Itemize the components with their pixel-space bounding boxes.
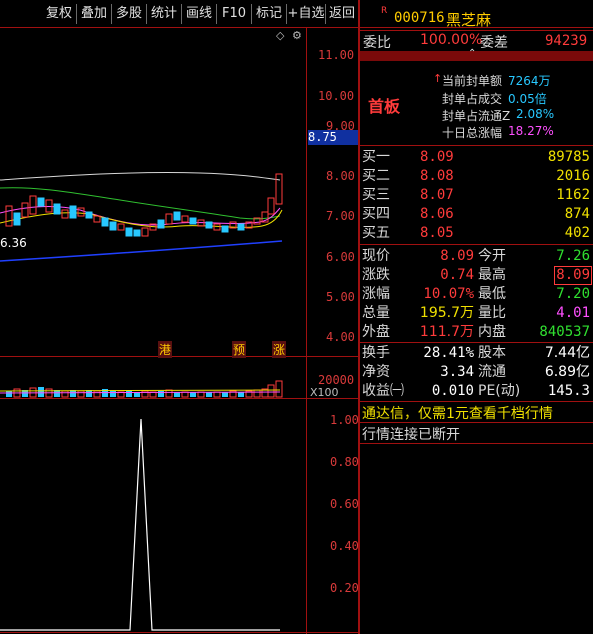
seal-amount: 7264万 (508, 74, 551, 88)
indicator-tick: 0.80 (330, 455, 359, 469)
price-tick: 10.00 (318, 89, 355, 103)
ad-top-line (360, 401, 593, 402)
fund-top-line (360, 342, 593, 343)
board-tag: 首板 (368, 97, 401, 116)
limit-up-marker[interactable]: 涨 (272, 341, 287, 358)
weicha-label: 委差 (480, 35, 508, 51)
seal-amount-label: 当前封单额 (442, 74, 503, 88)
indicator-tick: 0.60 (330, 497, 359, 511)
add-watchlist-button[interactable]: +自选 (287, 4, 326, 24)
arrow-up-icon: ↑ (433, 72, 443, 85)
collapse-bar[interactable]: ⌃ (360, 48, 593, 61)
current-price-marker: 8.75 (308, 130, 358, 145)
draw-line-button[interactable]: 画线 (182, 4, 217, 24)
forecast-marker[interactable]: 预 (232, 341, 247, 358)
volume-unit: X100 (310, 386, 339, 399)
price-tick: 4.00 (326, 330, 355, 344)
stock-name[interactable]: 黑芝麻 (446, 9, 491, 30)
weibi-label: 委比 (363, 35, 391, 51)
hk-marker[interactable]: 港 (158, 341, 173, 358)
bids-top-line (360, 145, 593, 146)
statistics-button[interactable]: 统计 (147, 4, 182, 24)
weicha-value: 94239 (545, 33, 588, 49)
quote-row-turnover: 换手 28.41% 股本 7.44亿 (362, 345, 590, 361)
candlestick-chart[interactable] (0, 28, 306, 356)
bid-row[interactable]: 买二 8.08 2016 (362, 167, 592, 186)
stock-code[interactable]: 000716 (394, 10, 445, 26)
ten-day-label: 十日总涨幅 (442, 126, 503, 140)
bid-row[interactable]: 买五 8.05 402 (362, 224, 592, 243)
f10-button[interactable]: F10 (217, 4, 252, 24)
price-tick: 7.00 (326, 209, 355, 223)
status-top-line (360, 422, 593, 423)
fuquan-button[interactable]: 复权 (42, 4, 77, 24)
indicator-tick: 0.40 (330, 539, 359, 553)
quote-row-nav: 净资 3.34 流通 6.89亿 (362, 364, 590, 380)
seal-volume: 0.05倍 (508, 92, 547, 106)
price-tick: 8.00 (326, 169, 355, 183)
indicator-tick: 0.20 (330, 581, 359, 595)
upgrade-ad-link[interactable]: 通达信，仅需1元查看千档行情 (362, 403, 553, 423)
price-tick: 6.00 (326, 250, 355, 264)
volume-tick: 20000 (318, 373, 355, 387)
seal-float: 2.08% (516, 107, 555, 121)
bid-row[interactable]: 买一 8.09 89785 (362, 148, 592, 167)
price-tick: 5.00 (326, 290, 355, 304)
rights-badge: R (381, 6, 388, 16)
overlay-button[interactable]: 叠加 (77, 4, 112, 24)
connection-status: 行情连接已断开 (362, 427, 460, 443)
seal-volume-label: 封单占成交 (442, 92, 503, 106)
back-button[interactable]: 返回 (326, 4, 358, 24)
ten-day-value: 18.27% (508, 124, 554, 138)
quote-row-pct: 涨幅 10.07% 最低 7.20 (362, 286, 590, 302)
bid-row[interactable]: 买四 8.06 874 (362, 205, 592, 224)
quote-row-eps: 收益㈠ 0.010 PE(动) 145.3 (362, 383, 590, 399)
collapse-icon[interactable]: ⌃ (468, 48, 476, 59)
multi-stock-button[interactable]: 多股 (112, 4, 147, 24)
weibi-value: 100.00% (420, 32, 483, 48)
low-price-label: 6.36 (0, 236, 27, 250)
volume-chart[interactable] (0, 357, 306, 398)
quote-top-line (360, 244, 593, 245)
quote-row-volume: 总量 195.7万 量比 4.01 (362, 305, 590, 321)
quote-row-outer: 外盘 111.7万 内盘 840537 (362, 324, 590, 340)
status-bottom-line (360, 443, 593, 444)
bottom-divider (0, 632, 358, 633)
quote-row-change: 涨跌 0.74 最高 8.09 (362, 266, 592, 285)
seal-float-label: 封单占流通Z (442, 109, 511, 123)
price-tick: 11.00 (318, 48, 355, 62)
indicator-tick: 1.00 (330, 413, 359, 427)
indicator-chart[interactable] (0, 399, 306, 632)
mark-button[interactable]: 标记 (252, 4, 287, 24)
chart-axis-divider (306, 27, 307, 634)
weibi-top-line (360, 30, 593, 31)
bid-row[interactable]: 买三 8.07 1162 (362, 186, 592, 205)
quote-row-price: 现价 8.09 今开 7.26 (362, 248, 590, 264)
